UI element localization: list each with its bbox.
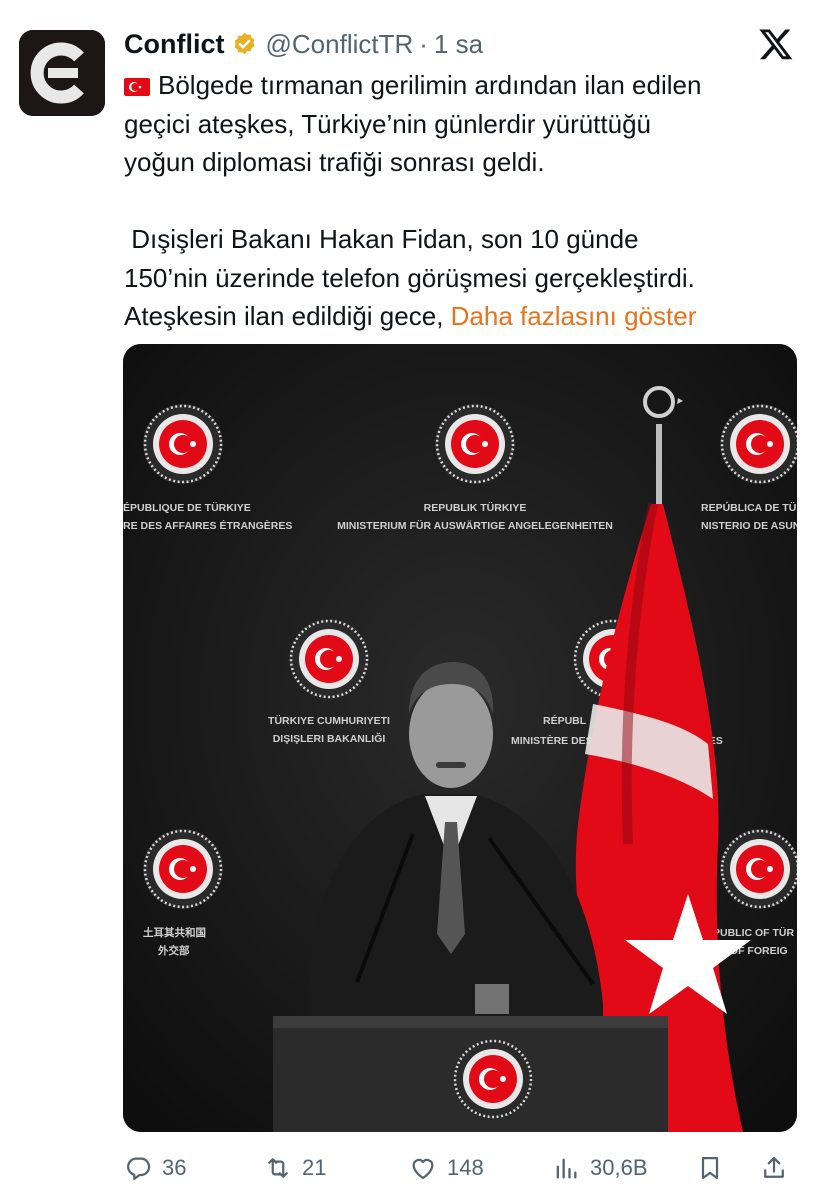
post-line-6-text: Ateşkesin ilan edildiği gece, [124, 301, 444, 331]
separator-dot: · [419, 28, 428, 59]
backdrop-text: RE DES AFFAIRES ÉTRANGÈRES [123, 519, 292, 532]
post-line-4-text: Dışişleri Bakanı Hakan Fidan, son 10 gün… [131, 224, 639, 254]
reply-count: 36 [162, 1155, 187, 1180]
turkey-flag-icon [124, 78, 150, 96]
share-button[interactable] [760, 1148, 788, 1188]
verified-badge-icon [234, 32, 254, 54]
conflict-logo-icon [19, 30, 105, 116]
post-line-6: Ateşkesin ilan edildiği gece, Daha fazla… [124, 297, 796, 336]
ministry-emblem-icon [141, 402, 225, 486]
backdrop-text: MINISTERIUM FÜR AUSWÄRTIGE ANGELEGENHEIT… [337, 519, 613, 532]
x-logo-icon[interactable] [758, 26, 794, 62]
like-count: 148 [447, 1155, 484, 1180]
ministry-emblem-icon [287, 617, 371, 701]
backdrop-text: ÉPUBLIQUE DE TÜRKIYE [123, 501, 251, 514]
views-button[interactable]: 30,6B [552, 1148, 648, 1188]
post-line-4: Dışişleri Bakanı Hakan Fidan, son 10 gün… [124, 220, 796, 259]
backdrop-text: RÉPUBL [543, 714, 587, 727]
repost-icon [268, 1158, 288, 1178]
post-actions: 36 21 148 30,6B [124, 1148, 800, 1188]
press-conference-photo: ÉPUBLIQUE DE TÜRKIYE RE DES AFFAIRES ÉTR… [123, 344, 797, 1132]
heart-icon [412, 1158, 434, 1180]
post-time[interactable]: 1 sa [434, 29, 483, 60]
post-line-3: yoğun diplomasi trafiği sonrası geldi. [124, 147, 545, 177]
backdrop-text: NISTERIO DE ASUNTOS [701, 520, 797, 532]
podium-emblem-icon [451, 1037, 535, 1121]
flag-pole [656, 424, 662, 514]
backdrop-text: 土耳其共和国 [143, 926, 206, 939]
bookmark-button[interactable] [696, 1148, 724, 1188]
views-count: 30,6B [590, 1155, 648, 1180]
repost-count: 21 [302, 1155, 327, 1180]
post-line-1-text: Bölgede tırmanan gerilimin ardından ilan… [158, 70, 702, 100]
share-icon [764, 1156, 784, 1178]
avatar[interactable] [19, 30, 105, 116]
repost-button[interactable]: 21 [264, 1148, 326, 1188]
backdrop-text: MINISTÈRE DES [511, 734, 593, 747]
paragraph-break [124, 182, 796, 221]
ministry-emblem-icon [141, 827, 225, 911]
show-more-link[interactable]: Daha fazlasını göster [451, 301, 697, 331]
bookmark-icon [701, 1156, 719, 1180]
like-button[interactable]: 148 [409, 1148, 484, 1188]
author-name[interactable]: Conflict [124, 29, 225, 60]
author-handle[interactable]: @ConflictTR [266, 29, 414, 60]
ministry-emblem-icon [718, 827, 797, 911]
post-header: Conflict @ConflictTR · 1 sa [124, 28, 483, 60]
post-line-5: 150’nin üzerinde telefon görüşmesi gerçe… [124, 262, 695, 293]
backdrop-text: DIŞIŞLERI BAKANLIĞI [273, 732, 386, 745]
backdrop-text: 外交部 [157, 944, 190, 957]
backdrop-text: TÜRKIYE CUMHURIYETI [268, 714, 390, 727]
ministry-emblem-icon [718, 402, 797, 486]
reply-icon [127, 1157, 151, 1180]
ministry-emblem-icon [433, 402, 517, 486]
post-line-2: geçici ateşkes, Türkiye’nin günlerdir yü… [124, 108, 652, 139]
backdrop-text: REPUBLIK TÜRKIYE [424, 501, 527, 514]
post-line-1: Bölgede tırmanan gerilimin ardından ilan… [124, 66, 796, 105]
backdrop-text: REPÚBLICA DE TÜ [701, 501, 796, 514]
reply-button[interactable]: 36 [124, 1148, 186, 1188]
post-text: Bölgede tırmanan gerilimin ardından ilan… [124, 66, 796, 336]
views-chart-icon [556, 1158, 577, 1179]
backdrop-text: PUBLIC OF TÜR [713, 926, 794, 939]
post-image[interactable]: ÉPUBLIQUE DE TÜRKIYE RE DES AFFAIRES ÉTR… [123, 344, 797, 1132]
person-head [409, 680, 493, 788]
